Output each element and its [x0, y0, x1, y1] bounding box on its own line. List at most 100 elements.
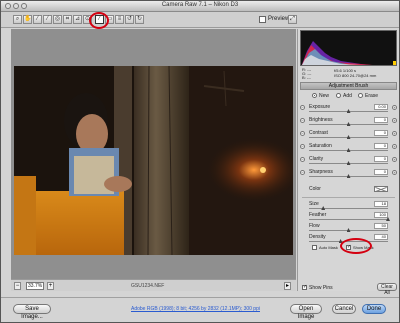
graduated-filter-icon[interactable]: ▭: [105, 15, 114, 24]
slider-contrast[interactable]: − Contrast 0 +: [300, 130, 397, 141]
straighten-icon[interactable]: ⊿: [73, 15, 82, 24]
slider-saturation[interactable]: − Saturation 0 +: [300, 143, 397, 154]
crop-icon[interactable]: ⌗: [63, 15, 72, 24]
slider-thumb[interactable]: [346, 161, 351, 165]
slider-value[interactable]: 0.00: [374, 104, 388, 110]
rotate-right-icon[interactable]: ↻: [135, 15, 144, 24]
slider-value[interactable]: 0: [374, 143, 388, 149]
slider-label: Density: [309, 234, 326, 240]
right-panel: R: --- G: --- B: --- f/5.6 1/100 s ISO 8…: [297, 29, 399, 296]
open-image-button[interactable]: Open Image: [290, 304, 322, 320]
preview-checkbox[interactable]: [259, 16, 266, 23]
spot-removal-icon[interactable]: ⊙: [83, 15, 92, 24]
save-image-button[interactable]: Save Image...: [13, 304, 51, 320]
slider-exposure[interactable]: − Exposure 0.00 +: [300, 104, 397, 115]
cancel-button[interactable]: Cancel: [332, 304, 356, 314]
mode-erase-radio[interactable]: [358, 93, 363, 98]
slider-track[interactable]: [309, 148, 388, 152]
minus-icon[interactable]: −: [300, 118, 305, 123]
slider-thumb[interactable]: [346, 148, 351, 152]
slider-track[interactable]: [309, 206, 388, 210]
brush-mode-row: New Add Erase: [300, 92, 397, 101]
slider-track[interactable]: [309, 217, 390, 221]
slider-sharpness[interactable]: − Sharpness 0 +: [300, 169, 397, 180]
slider-feather[interactable]: Feather 100: [300, 212, 397, 223]
minus-icon[interactable]: −: [300, 144, 305, 149]
slider-value[interactable]: 0: [374, 156, 388, 162]
slider-track[interactable]: [309, 135, 388, 139]
mode-erase-label: Erase: [365, 93, 379, 99]
footer: Save Image... Adobe RGB (1998); 8 bit; 4…: [1, 297, 399, 322]
zoom-out-button[interactable]: −: [14, 282, 21, 290]
zoom-icon[interactable]: ⌕: [13, 15, 22, 24]
panel-toggle-icon[interactable]: ▸: [284, 282, 291, 290]
slider-track[interactable]: [309, 228, 388, 232]
slider-label: Saturation: [309, 143, 332, 149]
slider-track[interactable]: [309, 174, 388, 178]
slider-size[interactable]: Size 18: [300, 201, 397, 212]
rotate-left-icon[interactable]: ↺: [125, 15, 134, 24]
plus-icon[interactable]: +: [392, 131, 397, 136]
target-adjustment-icon[interactable]: ◎: [53, 15, 62, 24]
histogram-graph: [301, 41, 396, 65]
slider-value[interactable]: 40: [374, 234, 388, 240]
slider-thumb[interactable]: [321, 206, 326, 210]
slider-thumb[interactable]: [346, 122, 351, 126]
image-canvas[interactable]: [11, 29, 296, 279]
color-swatch[interactable]: [374, 186, 388, 192]
slider-value[interactable]: 0: [374, 130, 388, 136]
slider-thumb[interactable]: [346, 135, 351, 139]
slider-track[interactable]: [309, 239, 388, 243]
slider-value[interactable]: 18: [374, 201, 388, 207]
minus-icon[interactable]: −: [300, 131, 305, 136]
workflow-options-link[interactable]: Adobe RGB (1998); 8 bit; 4256 by 2832 (1…: [131, 306, 260, 312]
slider-thumb[interactable]: [346, 228, 351, 232]
done-button[interactable]: Done: [362, 304, 386, 314]
plus-icon[interactable]: +: [392, 157, 397, 162]
slider-brightness[interactable]: − Brightness 0 +: [300, 117, 397, 128]
slider-thumb[interactable]: [346, 109, 351, 113]
minus-icon[interactable]: −: [300, 105, 305, 110]
slider-value[interactable]: 0: [374, 117, 388, 123]
slider-label: Sharpness: [309, 169, 333, 175]
hand-icon[interactable]: ✋: [23, 15, 32, 24]
slider-track[interactable]: [309, 161, 388, 165]
preferences-icon[interactable]: ≡: [115, 15, 124, 24]
slider-thumb[interactable]: [346, 174, 351, 178]
histogram: [300, 30, 397, 66]
toolbar: ⌕ ✋ ⁄ ⁄ ◎ ⌗ ⊿ ⊙ ⁄ ▭ ≡ ↺ ↻ Preview ⤢: [1, 12, 399, 29]
fullscreen-icon[interactable]: ⤢: [288, 15, 297, 24]
auto-mask-label: Auto Mask: [319, 245, 338, 250]
adjustment-brush-icon[interactable]: ⁄: [95, 15, 104, 24]
auto-mask-checkbox[interactable]: [312, 245, 317, 250]
slider-label: Exposure: [309, 104, 331, 110]
panel-header: Adjustment Brush: [300, 82, 397, 90]
show-mask-checkbox[interactable]: [346, 244, 351, 250]
slider-value[interactable]: 50: [374, 223, 388, 229]
color-label: Color: [309, 186, 321, 192]
slider-thumb[interactable]: [338, 239, 343, 243]
minus-icon[interactable]: −: [300, 157, 305, 162]
mode-new-radio[interactable]: [312, 93, 317, 98]
plus-icon[interactable]: +: [392, 170, 397, 175]
clear-all-button[interactable]: Clear All: [377, 283, 397, 296]
mode-add-radio[interactable]: [336, 93, 341, 98]
zoom-in-button[interactable]: +: [47, 282, 54, 290]
plus-icon[interactable]: +: [392, 144, 397, 149]
white-balance-icon[interactable]: ⁄: [33, 15, 42, 24]
zoom-level-field[interactable]: 33.7%: [26, 282, 44, 290]
slider-clarity[interactable]: − Clarity 0 +: [300, 156, 397, 167]
slider-value[interactable]: 100: [374, 212, 388, 218]
slider-track[interactable]: [309, 109, 388, 113]
slider-value[interactable]: 0: [374, 169, 388, 175]
plus-icon[interactable]: +: [392, 118, 397, 123]
slider-track[interactable]: [309, 122, 388, 126]
minus-icon[interactable]: −: [300, 170, 305, 175]
file-name: GSU1234.NEF: [131, 283, 165, 289]
photo-image: [14, 66, 293, 255]
color-sampler-icon[interactable]: ⁄: [43, 15, 52, 24]
pins-row: Show Pins Clear All: [300, 283, 397, 296]
show-pins-checkbox[interactable]: [302, 284, 307, 290]
plus-icon[interactable]: +: [392, 105, 397, 110]
slider-flow[interactable]: Flow 50: [300, 223, 397, 234]
